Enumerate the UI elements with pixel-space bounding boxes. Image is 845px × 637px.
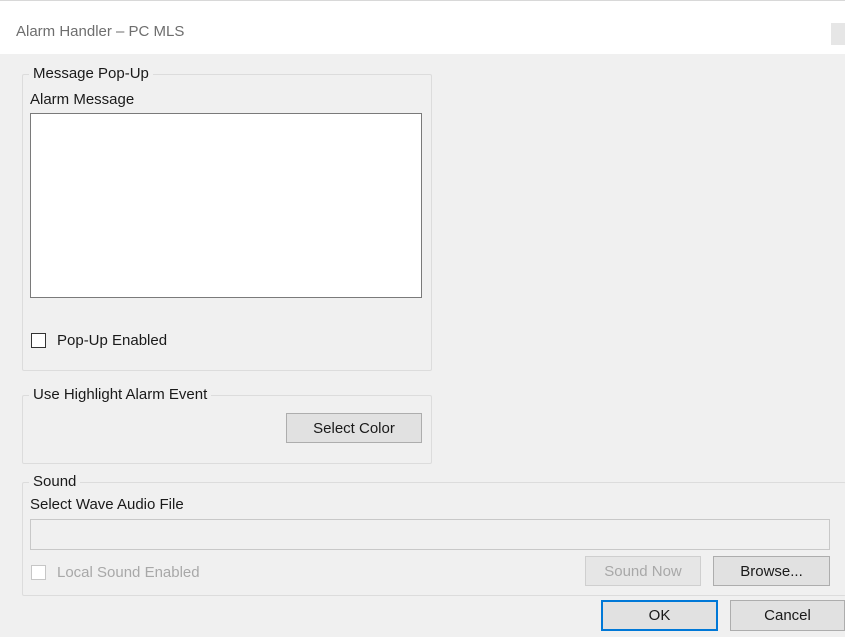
title-bar: Alarm Handler – PC MLS: [0, 0, 845, 55]
alarm-message-textarea[interactable]: [30, 113, 422, 298]
ok-button[interactable]: OK: [601, 600, 718, 631]
local-sound-checkbox[interactable]: [31, 565, 46, 580]
window-title: Alarm Handler – PC MLS: [16, 23, 185, 40]
browse-button[interactable]: Browse...: [713, 556, 830, 586]
wave-file-field[interactable]: [30, 519, 830, 550]
close-button[interactable]: [831, 23, 845, 45]
popup-enabled-label[interactable]: Pop-Up Enabled: [57, 332, 167, 349]
alarm-message-label: Alarm Message: [30, 91, 135, 108]
wave-file-label: Select Wave Audio File: [30, 496, 184, 513]
highlight-legend: Use Highlight Alarm Event: [33, 386, 208, 403]
sound-now-button[interactable]: Sound Now: [585, 556, 701, 586]
local-sound-label[interactable]: Local Sound Enabled: [57, 564, 200, 581]
cancel-button[interactable]: Cancel: [730, 600, 845, 631]
dialog-body: Message Pop-Up Alarm Message Pop-Up Enab…: [0, 54, 845, 637]
popup-enabled-checkbox[interactable]: [31, 333, 46, 348]
sound-legend: Sound: [33, 473, 77, 490]
message-popup-legend: Message Pop-Up: [33, 65, 149, 82]
select-color-button[interactable]: Select Color: [286, 413, 422, 443]
